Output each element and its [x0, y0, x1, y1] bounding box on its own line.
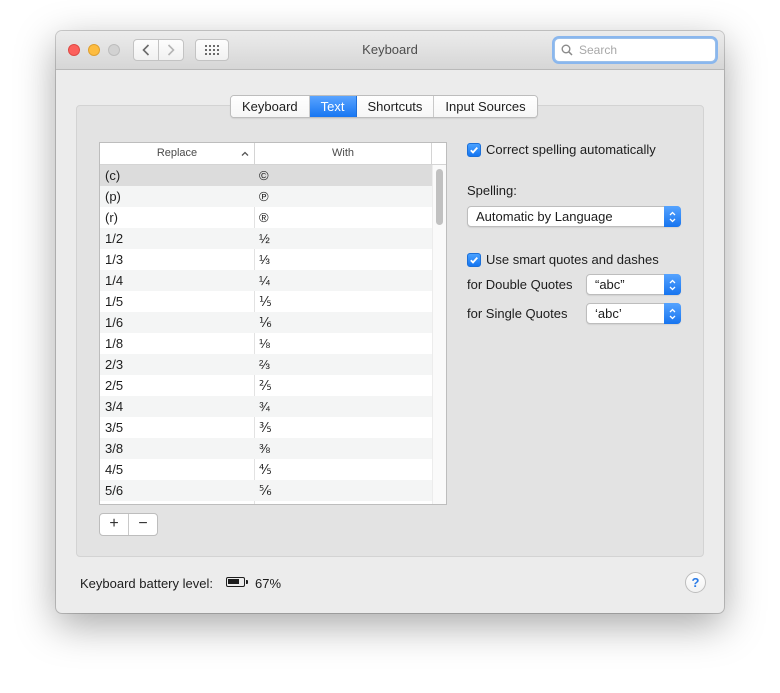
battery-level-label: Keyboard battery level: — [80, 576, 213, 591]
correct-spelling-checkbox[interactable] — [467, 142, 481, 157]
with-cell: ℗ — [259, 189, 269, 204]
checkmark-icon — [470, 146, 478, 154]
text-replacement-table[interactable]: Replace With (c) © (p) ℗ (r) ® 1/2 ½ 1/3 ⅓ 1/… — [99, 142, 447, 505]
table-header: Replace With — [100, 143, 446, 165]
single-quotes-value: ‘abc’ — [595, 306, 622, 321]
table-row[interactable]: 1/5 ⅕ — [100, 291, 432, 312]
replace-cell: 1/4 — [105, 273, 124, 288]
table-row[interactable]: (p) ℗ — [100, 186, 432, 207]
replace-cell: 3/5 — [105, 420, 124, 435]
table-row[interactable]: 3/5 ⅗ — [100, 417, 432, 438]
spelling-language-value: Automatic by Language — [476, 209, 613, 224]
table-row[interactable]: 3/4 ¾ — [100, 396, 432, 417]
table-row[interactable]: 3/8 ⅜ — [100, 438, 432, 459]
title-bar: Keyboard — [56, 31, 724, 70]
replace-cell: 1/5 — [105, 294, 124, 309]
table-row[interactable]: (r) ® — [100, 207, 432, 228]
replace-cell: 5/6 — [105, 483, 124, 498]
tab-input-sources[interactable]: Input Sources — [434, 96, 537, 117]
with-cell: ¾ — [259, 399, 270, 414]
double-quotes-label: for Double Quotes — [467, 277, 573, 292]
correct-spelling-label: Correct spelling automatically — [486, 142, 656, 157]
with-cell: ⅛ — [259, 336, 270, 351]
with-cell: ⅜ — [259, 441, 270, 456]
replace-cell: (r) — [105, 210, 118, 225]
sort-ascending-icon — [241, 144, 249, 166]
help-button[interactable]: ? — [685, 572, 706, 593]
column-header-replace[interactable]: Replace — [100, 143, 255, 164]
replace-cell: 1/3 — [105, 252, 124, 267]
table-row[interactable]: 1/8 ⅛ — [100, 333, 432, 354]
with-cell: ® — [259, 210, 269, 225]
column-header-replace-label: Replace — [156, 147, 198, 159]
smart-quotes-label: Use smart quotes and dashes — [486, 252, 659, 267]
table-scrollbar-thumb[interactable] — [436, 169, 443, 225]
search-input[interactable] — [577, 42, 711, 58]
table-row[interactable]: 4/5 ⅘ — [100, 459, 432, 480]
battery-percent: 67% — [255, 576, 282, 591]
with-cell: © — [259, 168, 269, 183]
replace-cell: 1/2 — [105, 231, 124, 246]
single-quotes-label: for Single Quotes — [467, 306, 568, 321]
up-down-arrows-icon — [664, 303, 681, 324]
column-header-with[interactable]: With — [255, 143, 432, 164]
with-cell: ⅘ — [259, 462, 272, 477]
table-row[interactable]: 2/3 ⅔ — [100, 354, 432, 375]
spelling-language-popup[interactable]: Automatic by Language — [467, 206, 681, 227]
table-row[interactable]: 5/6 ⅚ — [100, 480, 432, 501]
table-row[interactable]: 1/2 ½ — [100, 228, 432, 249]
double-quotes-value: “abc” — [595, 277, 625, 292]
tab-text[interactable]: Text — [309, 96, 357, 117]
add-remove-control: + − — [99, 513, 158, 536]
replace-cell: 4/5 — [105, 462, 124, 477]
replace-cell: 1/6 — [105, 315, 124, 330]
smart-quotes-option[interactable]: Use smart quotes and dashes — [467, 252, 659, 267]
checkmark-icon — [470, 256, 478, 264]
tab-shortcuts[interactable]: Shortcuts — [356, 96, 435, 117]
with-cell: ⅕ — [259, 294, 272, 309]
replace-cell: (p) — [105, 189, 121, 204]
up-down-arrows-icon — [664, 274, 681, 295]
table-row[interactable]: (c) © — [100, 165, 432, 186]
table-row[interactable]: 2/5 ⅖ — [100, 375, 432, 396]
tab-keyboard[interactable]: Keyboard — [231, 96, 310, 117]
with-cell: ⅔ — [259, 357, 270, 372]
add-replacement-button[interactable]: + — [100, 514, 129, 535]
replace-cell: 3/8 — [105, 441, 124, 456]
keyboard-preferences-window: Keyboard Keyboard Text Shortcuts Input S… — [56, 31, 724, 613]
up-down-arrows-icon — [664, 206, 681, 227]
replace-cell: 1/8 — [105, 336, 124, 351]
table-row[interactable]: 1/3 ⅓ — [100, 249, 432, 270]
replace-cell: 2/3 — [105, 357, 124, 372]
search-icon — [561, 44, 573, 56]
replace-cell: (c) — [105, 168, 121, 183]
with-cell: ¼ — [259, 273, 270, 288]
with-cell: ⅚ — [259, 483, 272, 498]
with-cell: ⅙ — [259, 315, 272, 330]
double-quotes-popup[interactable]: “abc” — [586, 274, 681, 295]
remove-replacement-button[interactable]: − — [129, 514, 157, 535]
search-field[interactable] — [554, 38, 716, 62]
table-rows: (c) © (p) ℗ (r) ® 1/2 ½ 1/3 ⅓ 1/4 ¼ 1/5 ⅕ 1/6 ⅙ … — [100, 165, 432, 501]
replace-cell: 2/5 — [105, 378, 124, 393]
battery-icon — [226, 577, 248, 587]
table-row[interactable]: 1/4 ¼ — [100, 270, 432, 291]
with-cell: ½ — [259, 231, 270, 246]
tab-bar: Keyboard Text Shortcuts Input Sources — [230, 95, 538, 118]
table-row[interactable]: 1/6 ⅙ — [100, 312, 432, 333]
replace-cell: 3/4 — [105, 399, 124, 414]
with-cell: ⅗ — [259, 420, 272, 435]
correct-spelling-option[interactable]: Correct spelling automatically — [467, 142, 656, 157]
with-cell: ⅓ — [259, 252, 270, 267]
single-quotes-popup[interactable]: ‘abc’ — [586, 303, 681, 324]
smart-quotes-checkbox[interactable] — [467, 252, 481, 267]
with-cell: ⅖ — [259, 378, 272, 393]
spelling-label: Spelling: — [467, 183, 517, 198]
